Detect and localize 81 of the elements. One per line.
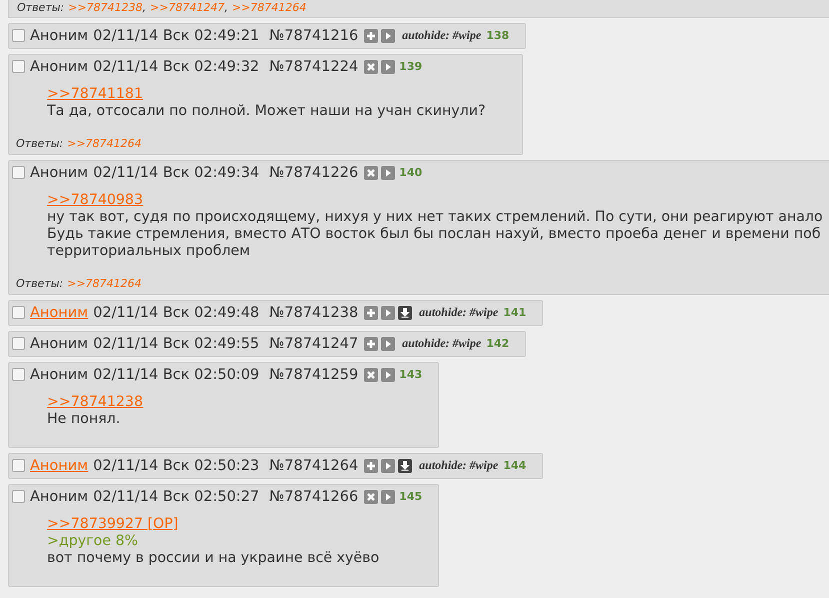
- post-index: 145: [399, 490, 422, 503]
- post-text: Не понял.: [47, 411, 120, 427]
- checkbox[interactable]: [12, 337, 25, 350]
- checkbox[interactable]: [12, 306, 25, 319]
- reply-link[interactable]: >>78741264: [232, 1, 306, 14]
- checkbox[interactable]: [12, 60, 25, 73]
- checkbox[interactable]: [12, 459, 25, 472]
- reply-link[interactable]: >>78741247: [150, 1, 224, 14]
- close-icon[interactable]: [364, 490, 378, 504]
- post-number[interactable]: №78741264: [269, 458, 358, 474]
- reply-link[interactable]: >>78741181: [47, 86, 143, 102]
- post-index: 139: [399, 60, 422, 73]
- post-text: ну так вот, судя по происходящему, нихуя у них нет таких стремлений. По сути, они реагируют анало: [47, 209, 823, 225]
- poster-name: Аноним: [30, 366, 88, 382]
- post-number[interactable]: №78741216: [269, 28, 358, 44]
- post-number[interactable]: №78741247: [269, 336, 358, 352]
- post-number[interactable]: №78741226: [269, 164, 358, 180]
- poster-name: Аноним: [30, 164, 88, 180]
- replies-label: Ответы:: [16, 137, 64, 150]
- post-index: 142: [486, 337, 510, 350]
- plus-icon[interactable]: [364, 306, 378, 320]
- post-date: 02/11/14 Вск 02:49:32: [93, 58, 260, 74]
- play-icon[interactable]: [381, 60, 396, 74]
- checkbox[interactable]: [12, 368, 25, 381]
- poster-name: Аноним: [30, 488, 88, 504]
- play-icon[interactable]: [381, 28, 396, 42]
- post-date: 02/11/14 Вск 02:49:55: [93, 336, 260, 352]
- autohide-note: autohide: #wipe: [419, 458, 498, 473]
- download-icon[interactable]: [398, 458, 412, 472]
- autohide-note: autohide: #wipe: [402, 28, 482, 43]
- reply-link[interactable]: >>78739927 [OP]: [47, 516, 178, 532]
- poster-name-link[interactable]: Аноним: [30, 304, 88, 320]
- poster-name: Аноним: [30, 28, 88, 44]
- reply-link[interactable]: >>78741238: [47, 394, 143, 410]
- poster-name: Аноним: [30, 58, 88, 74]
- poster-name-link[interactable]: Аноним: [30, 458, 88, 474]
- post-index: 141: [503, 306, 526, 319]
- play-icon[interactable]: [381, 336, 396, 350]
- comma: ,: [224, 1, 228, 14]
- comma: ,: [142, 1, 146, 14]
- quote-text: >другое 8%: [47, 533, 138, 549]
- post-date: 02/11/14 Вск 02:50:23: [93, 458, 260, 474]
- replies-label: Ответы:: [16, 277, 64, 290]
- post-date: 02/11/14 Вск 02:49:48: [93, 304, 260, 320]
- post-text: Та да, отсосали по полной. Может наши на учан скинули?: [47, 103, 486, 119]
- reply-link[interactable]: >>78741238: [68, 1, 143, 14]
- reply-link[interactable]: >>78741264: [67, 277, 142, 290]
- post-index: 138: [486, 29, 510, 42]
- post-text: Будь такие стремления, вместо АТО восток был бы послан нахуй, вместо проеба денег и времени поб: [47, 226, 821, 242]
- checkbox[interactable]: [12, 490, 25, 503]
- post-number[interactable]: №78741238: [269, 304, 358, 320]
- plus-icon[interactable]: [364, 458, 378, 472]
- post-date: 02/11/14 Вск 02:50:27: [93, 488, 260, 504]
- poster-name: Аноним: [30, 336, 88, 352]
- post-number[interactable]: №78741259: [269, 366, 358, 382]
- post-date: 02/11/14 Вск 02:49:34: [93, 164, 260, 180]
- post-number[interactable]: №78741224: [269, 58, 358, 74]
- play-icon[interactable]: [381, 166, 396, 180]
- post-text: территориальных проблем: [47, 243, 250, 259]
- play-icon[interactable]: [381, 368, 396, 382]
- close-icon[interactable]: [364, 60, 378, 74]
- close-icon[interactable]: [364, 368, 378, 382]
- checkbox[interactable]: [12, 29, 25, 42]
- plus-icon[interactable]: [364, 28, 378, 42]
- download-icon[interactable]: [398, 306, 412, 320]
- replies-label: Ответы:: [17, 1, 64, 14]
- post-index: 144: [503, 459, 526, 472]
- reply-link[interactable]: >>78740983: [47, 192, 143, 208]
- play-icon[interactable]: [381, 490, 396, 504]
- post-number[interactable]: №78741266: [269, 488, 358, 504]
- checkbox[interactable]: [12, 166, 25, 179]
- post-date: 02/11/14 Вск 02:50:09: [93, 366, 260, 382]
- post-index: 140: [399, 166, 422, 179]
- plus-icon[interactable]: [364, 336, 378, 350]
- post-index: 143: [399, 368, 422, 381]
- reply-link[interactable]: >>78741264: [67, 137, 142, 150]
- post-text: вот почему в россии и на украине всё хуёво: [47, 550, 380, 566]
- post-date: 02/11/14 Вск 02:49:21: [93, 28, 260, 44]
- close-icon[interactable]: [364, 166, 378, 180]
- autohide-note: autohide: #wipe: [419, 305, 498, 320]
- autohide-note: autohide: #wipe: [402, 336, 482, 351]
